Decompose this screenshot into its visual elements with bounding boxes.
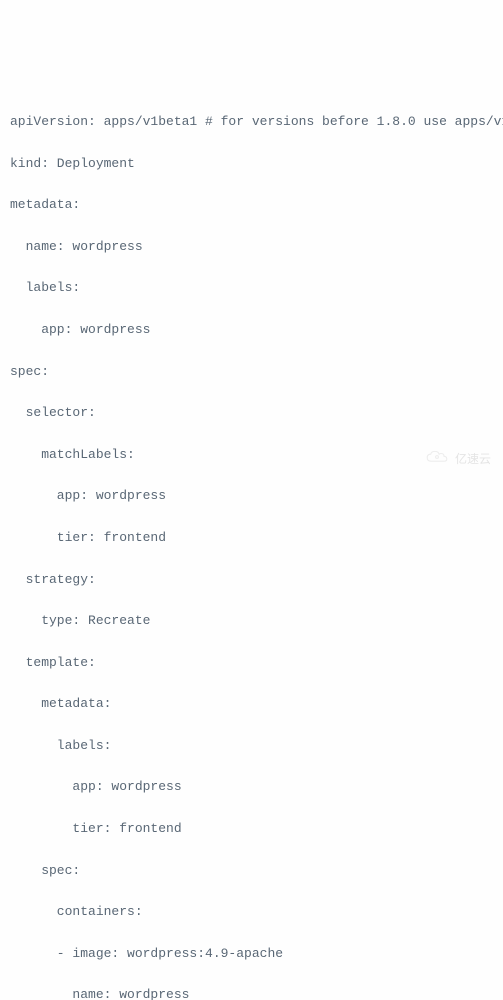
code-line: metadata: (10, 694, 493, 715)
code-line: metadata: (10, 195, 493, 216)
code-line: labels: (10, 736, 493, 757)
code-line: labels: (10, 278, 493, 299)
code-line: template: (10, 653, 493, 674)
code-line: name: wordpress (10, 985, 493, 1000)
watermark-text: 亿速云 (455, 450, 491, 469)
code-line: selector: (10, 403, 493, 424)
code-line: tier: frontend (10, 819, 493, 840)
code-line: - image: wordpress:4.9-apache (10, 944, 493, 965)
code-line: spec: (10, 861, 493, 882)
code-line: name: wordpress (10, 237, 493, 258)
code-line: strategy: (10, 570, 493, 591)
cloud-icon (410, 427, 451, 492)
code-line: tier: frontend (10, 528, 493, 549)
code-line: app: wordpress (10, 777, 493, 798)
code-line: type: Recreate (10, 611, 493, 632)
watermark: 亿速云 (410, 427, 491, 492)
code-line: spec: (10, 362, 493, 383)
code-line: apiVersion: apps/v1beta1 # for versions … (10, 112, 493, 133)
code-line: containers: (10, 902, 493, 923)
yaml-code-block: apiVersion: apps/v1beta1 # for versions … (10, 91, 493, 1000)
code-line: app: wordpress (10, 320, 493, 341)
code-line: kind: Deployment (10, 154, 493, 175)
